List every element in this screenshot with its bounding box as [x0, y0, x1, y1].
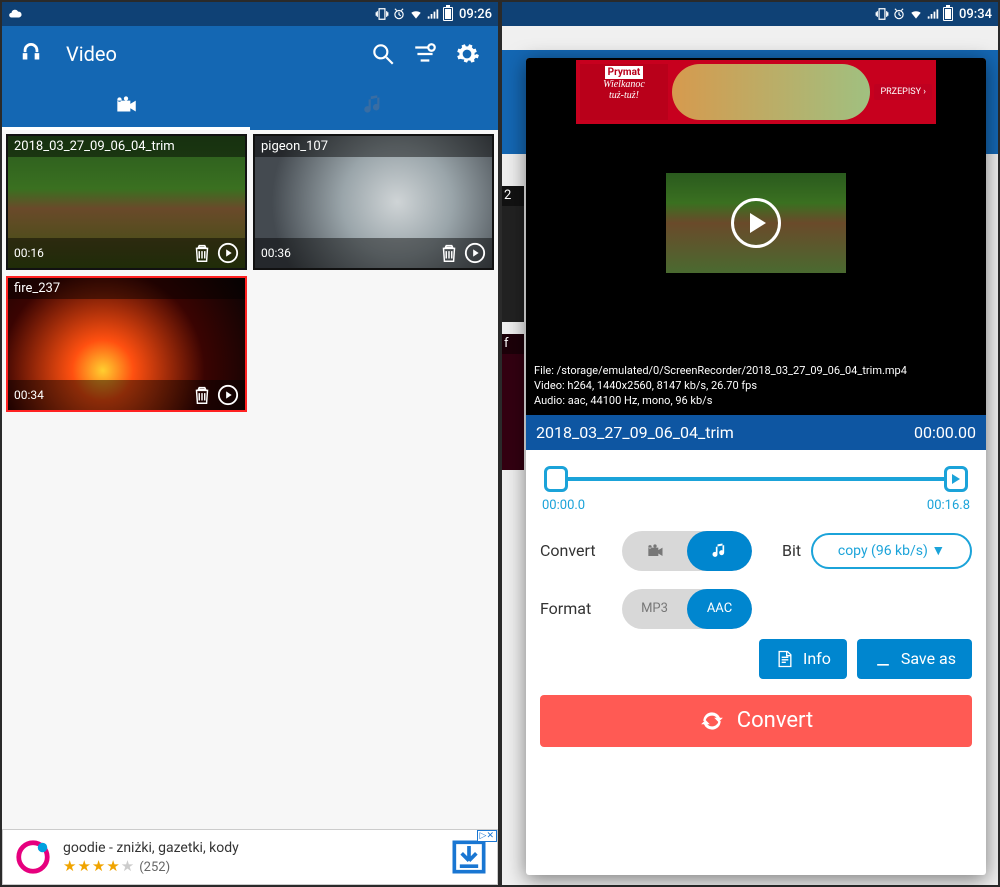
- convert-button[interactable]: Convert: [540, 695, 972, 747]
- toggle-audio[interactable]: [687, 531, 752, 571]
- signal-icon: [926, 7, 940, 21]
- ad-banner-top[interactable]: Prymat Wielkanoc tuż-tuż! PRZEPISY ›: [576, 60, 936, 124]
- play-button[interactable]: [731, 198, 781, 248]
- video-name: 2018_03_27_09_06_04_trim: [8, 136, 245, 157]
- tabs: [2, 82, 498, 130]
- tab-audio[interactable]: [250, 82, 498, 130]
- status-bar: 09:34: [502, 2, 998, 26]
- trim-start-time: 00:00.0: [542, 498, 585, 513]
- battery-icon: [943, 7, 953, 21]
- filter-sync-icon[interactable]: [412, 41, 438, 67]
- delete-icon[interactable]: [438, 242, 460, 264]
- tab-video[interactable]: [2, 82, 250, 130]
- trim-slider: 00:00.0 00:16.8: [526, 450, 986, 517]
- music-note-icon: [710, 541, 730, 561]
- ad-title: goodie - zniżki, gazetki, kody: [63, 840, 447, 856]
- ad-logo-icon: [9, 833, 57, 881]
- video-name: pigeon_107: [255, 136, 492, 157]
- battery-icon: [443, 7, 453, 21]
- format-label: Format: [540, 599, 612, 618]
- video-duration: 00:34: [14, 388, 187, 402]
- music-note-icon: [361, 92, 387, 118]
- doc-edit-icon: [775, 649, 795, 669]
- video-camera-icon: [645, 541, 665, 561]
- video-card[interactable]: 2018_03_27_09_06_04_trim 00:16: [6, 134, 247, 270]
- sync-icon: [699, 708, 725, 734]
- file-info: File: /storage/emulated/0/ScreenRecorder…: [526, 358, 986, 415]
- status-time: 09:26: [459, 7, 492, 22]
- save-as-button-label: Save as: [901, 649, 956, 668]
- ad-rating-count: (252): [139, 860, 170, 875]
- download-icon: [873, 649, 893, 669]
- options: Convert Bit copy (96 kb/s) ▼ Format: [526, 517, 986, 633]
- file-title-bar: 2018_03_27_09_06_04_trim 00:00.00: [526, 415, 986, 450]
- info-button[interactable]: Info: [759, 639, 847, 679]
- convert-label: Convert: [540, 541, 612, 560]
- file-path: File: /storage/emulated/0/ScreenRecorder…: [534, 364, 978, 379]
- video-camera-icon: [113, 92, 139, 118]
- alarm-icon: [892, 7, 906, 21]
- convert-button-label: Convert: [737, 708, 813, 733]
- video-card[interactable]: pigeon_107 00:36: [253, 134, 494, 270]
- ad-close-badge[interactable]: ▷✕: [477, 830, 497, 842]
- status-time: 09:34: [959, 7, 992, 22]
- video-duration: 00:16: [14, 246, 187, 260]
- action-row: Info Save as: [526, 633, 986, 685]
- ad-stars: ★★★★★: [63, 857, 135, 875]
- format-aac[interactable]: AAC: [687, 589, 752, 629]
- toggle-video[interactable]: [622, 531, 687, 571]
- convert-dialog: Prymat Wielkanoc tuż-tuż! PRZEPISY › Fil…: [526, 58, 986, 875]
- left-phone-screen: 09:26 Video 2018_03_27_09_06_04_trim 00:…: [0, 0, 500, 887]
- save-as-button[interactable]: Save as: [857, 639, 972, 679]
- ad-banner[interactable]: ▷✕ goodie - zniżki, gazetki, kody ★★★★★ …: [2, 829, 498, 885]
- app-toolbar: Video: [2, 26, 498, 82]
- peek-card-label: f: [502, 334, 524, 354]
- alarm-icon: [392, 7, 406, 21]
- search-icon[interactable]: [370, 41, 396, 67]
- settings-gear-icon[interactable]: [454, 41, 480, 67]
- trim-track[interactable]: [554, 477, 958, 481]
- convert-type-toggle[interactable]: [622, 531, 752, 571]
- status-bar: 09:26: [2, 2, 498, 26]
- play-next-icon[interactable]: [217, 242, 239, 264]
- play-next-icon[interactable]: [464, 242, 486, 264]
- play-icon: [750, 213, 766, 233]
- trim-end-time: 00:16.8: [927, 498, 970, 513]
- video-card-selected[interactable]: fire_237 00:34: [6, 276, 247, 412]
- right-phone-screen: 09:34 2 f Prymat Wielkanoc tuż-tuż! PRZE…: [500, 0, 1000, 887]
- trim-handle-end[interactable]: [944, 466, 968, 492]
- trim-handle-start[interactable]: [544, 466, 568, 492]
- ad-cta-button[interactable]: PRZEPISY ›: [874, 84, 932, 100]
- delete-icon[interactable]: [191, 384, 213, 406]
- delete-icon[interactable]: [191, 242, 213, 264]
- ad-image: [672, 64, 870, 120]
- vibrate-icon: [375, 7, 389, 21]
- format-toggle[interactable]: MP3 AAC: [622, 589, 752, 629]
- video-codec: Video: h264, 1440x2560, 8147 kb/s, 26.70…: [534, 379, 978, 394]
- ad-brand: Prymat Wielkanoc tuż-tuż!: [580, 64, 668, 120]
- video-name: fire_237: [8, 278, 245, 299]
- preview-thumbnail: [666, 173, 846, 273]
- info-button-label: Info: [803, 649, 831, 668]
- page-title: Video: [66, 42, 362, 66]
- signal-icon: [426, 7, 440, 21]
- wifi-icon: [409, 7, 423, 21]
- video-grid[interactable]: 2018_03_27_09_06_04_trim 00:16 pigeon_10…: [2, 130, 498, 829]
- playback-position: 00:00.00: [914, 423, 976, 442]
- bitrate-select[interactable]: copy (96 kb/s) ▼: [811, 533, 972, 569]
- app-logo-icon: [20, 43, 42, 65]
- wifi-icon: [909, 7, 923, 21]
- play-next-icon[interactable]: [217, 384, 239, 406]
- peek-card-label: 2: [502, 186, 524, 206]
- video-duration: 00:36: [261, 246, 434, 260]
- audio-codec: Audio: aac, 44100 Hz, mono, 96 kb/s: [534, 394, 978, 409]
- cloud-icon: [8, 7, 22, 21]
- file-name: 2018_03_27_09_06_04_trim: [536, 423, 914, 442]
- format-mp3[interactable]: MP3: [622, 589, 687, 629]
- video-preview: Prymat Wielkanoc tuż-tuż! PRZEPISY ›: [526, 58, 986, 358]
- vibrate-icon: [875, 7, 889, 21]
- bit-label: Bit: [782, 541, 801, 560]
